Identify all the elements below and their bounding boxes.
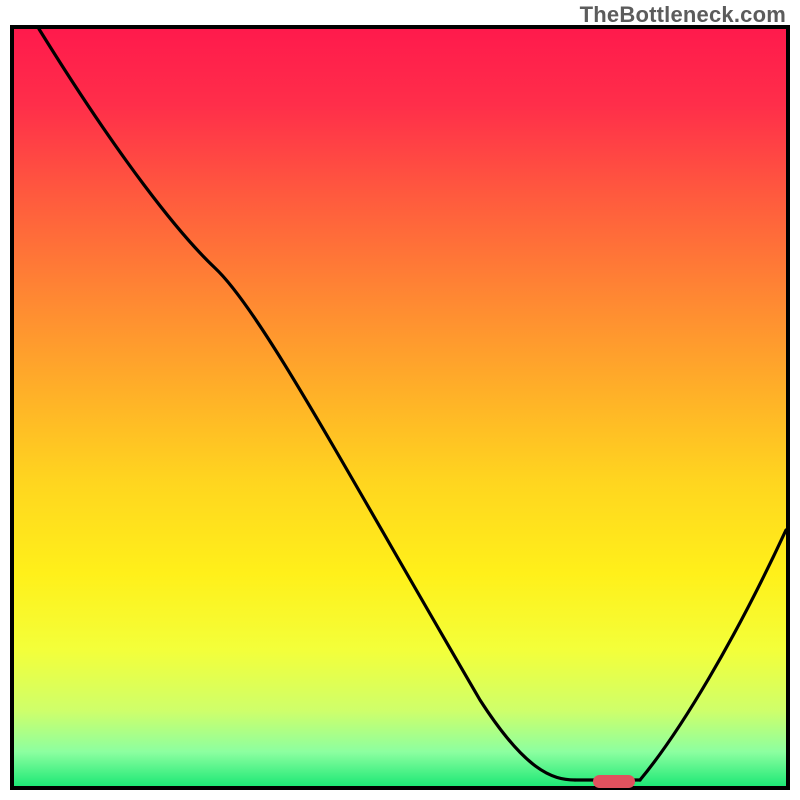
chart-svg <box>0 0 800 800</box>
watermark-text: TheBottleneck.com <box>580 2 786 28</box>
plot-area <box>14 29 786 786</box>
sweet-spot-marker <box>593 775 635 788</box>
